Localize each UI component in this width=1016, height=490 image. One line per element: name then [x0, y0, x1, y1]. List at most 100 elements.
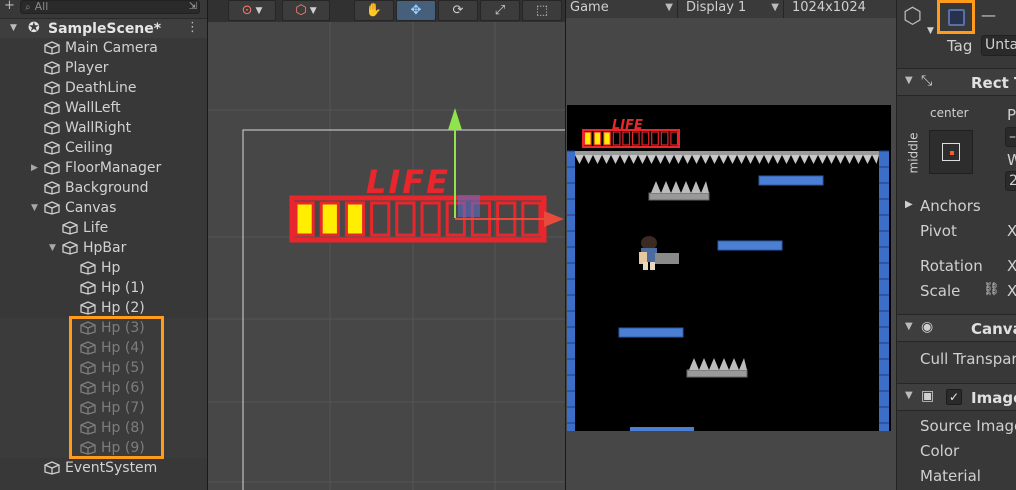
active-checkbox[interactable] [948, 9, 965, 26]
image-component-icon: ▣ [921, 388, 935, 404]
hierarchy-item[interactable]: ▼ Canvas [0, 198, 207, 218]
gizmo-mode-button[interactable]: ⊙ ▼ [228, 0, 276, 21]
scale-tool-button[interactable]: ⤢ [480, 0, 520, 21]
canvas-renderer-collapse-icon[interactable]: ▼ [905, 321, 913, 332]
game-hp-cell [593, 131, 602, 146]
hierarchy-search-input[interactable]: ⌕ All ⇲ [20, 0, 200, 14]
gameobject-cube-icon: ⬡ [903, 4, 923, 29]
wall-left [567, 151, 575, 431]
search-toggle-icon[interactable]: ⇲ [189, 1, 197, 13]
hierarchy-search-placeholder: All [34, 0, 49, 13]
hierarchy-item[interactable]: Ceiling [0, 138, 207, 158]
hierarchy-item-label: WallRight [65, 120, 132, 136]
hand-tool-button[interactable]: ✋ [354, 0, 394, 21]
hierarchy-item[interactable]: Background [0, 178, 207, 198]
hierarchy-item[interactable]: EventSystem [0, 458, 207, 478]
image-collapse-icon[interactable]: ▼ [905, 390, 913, 401]
scene-toolbar: ⊙ ▼ ⬡ ▼ ✋ ✥ ⟳ ⤢ ⬚ [208, 0, 565, 22]
tag-dropdown[interactable]: Unta [981, 35, 1016, 56]
add-object-icon[interactable]: + [4, 0, 15, 13]
scene-hp-cell [319, 201, 340, 237]
width-field[interactable]: 2 [1005, 171, 1016, 191]
expand-toggle-icon[interactable]: ▶ [31, 158, 38, 178]
scene-menu-icon[interactable]: ⋮ [186, 20, 199, 35]
resolution-label: 1024x1024 [792, 0, 866, 15]
canvas-renderer-header[interactable]: ▼ ◉ Canva [897, 314, 1016, 342]
hierarchy-item[interactable]: Hp [0, 258, 207, 278]
material-label: Material [920, 467, 981, 485]
hierarchy-item[interactable]: Hp (2) [0, 298, 207, 318]
canvas-renderer-title: Canva [971, 320, 1016, 338]
anchor-preset-button[interactable] [929, 130, 973, 174]
hierarchy-item[interactable]: Player [0, 58, 207, 78]
active-toggle-highlight[interactable] [937, 0, 975, 34]
hierarchy-item[interactable]: ▼ HpBar [0, 238, 207, 258]
hierarchy-item[interactable]: DeathLine [0, 78, 207, 98]
scene-name: SampleScene* [48, 21, 162, 37]
rect-tool-icon: ⬚ [535, 3, 549, 18]
pos-field[interactable]: – [1005, 127, 1016, 147]
icon-caret-icon[interactable]: ▼ [927, 26, 934, 36]
inspector-panel: ⬡ ▼ — Tag Unta ▼ ⤡ Rect T center middle … [896, 0, 1016, 490]
resolution-select[interactable]: 1024x1024 [788, 0, 896, 18]
x-axis-arrow[interactable] [544, 211, 564, 227]
move-gizmo[interactable] [448, 108, 564, 227]
hierarchy-panel: + ⌕ All ⇲ ▼ ✪ SampleScene* ⋮ Main Camera P… [0, 0, 207, 490]
gameobject-icon [62, 241, 78, 255]
image-header[interactable]: ▼ ▣ ✓ Image [897, 383, 1016, 411]
scene-row[interactable]: ▼ ✪ SampleScene* ⋮ [0, 18, 207, 38]
scene-hp-cell [294, 201, 315, 237]
rect-transform-collapse-icon[interactable]: ▼ [905, 75, 913, 86]
gameobject-icon [44, 81, 60, 95]
wall-right [879, 151, 889, 431]
hierarchy-item[interactable]: Main Camera [0, 38, 207, 58]
scene-hp-cell [344, 201, 366, 237]
anchors-arrow-icon[interactable]: ▶ [905, 199, 913, 210]
display-label: Display 1 [686, 0, 747, 15]
display-select[interactable]: Display 1 ▼ [682, 0, 784, 18]
pivot-label: Pivot [920, 222, 957, 240]
gameobject-icon [44, 461, 60, 475]
xy-plane-handle[interactable] [458, 195, 480, 217]
scene-view[interactable]: ⊙ ▼ ⬡ ▼ ✋ ✥ ⟳ ⤢ ⬚ LIFE [208, 0, 565, 490]
hierarchy-item-label: Background [65, 180, 149, 196]
rect-transform-header[interactable]: ▼ ⤡ Rect T [897, 68, 1016, 96]
hierarchy-item[interactable]: WallLeft [0, 98, 207, 118]
game-tab-select[interactable]: Game ▼ [566, 0, 678, 18]
hand-icon: ✋ [365, 3, 383, 18]
scale-x-label: X [1007, 282, 1016, 300]
gameobject-icon [62, 221, 78, 235]
search-icon: ⌕ [25, 2, 31, 13]
move-tool-button[interactable]: ✥ [396, 0, 436, 21]
hierarchy-item-label: WallLeft [65, 100, 121, 116]
expand-toggle-icon[interactable]: ▼ [49, 238, 56, 258]
gameobject-icon [44, 101, 60, 115]
color-label: Color [920, 442, 960, 460]
hierarchy-item[interactable]: WallRight [0, 118, 207, 138]
scale-icon: ⤢ [494, 3, 506, 18]
rect-tool-button[interactable]: ⬚ [522, 0, 562, 21]
game-toolbar: Game ▼ Display 1 ▼ 1024x1024 [566, 0, 896, 18]
expand-toggle-icon[interactable]: ▼ [31, 198, 38, 218]
gameobject-icon [80, 281, 96, 295]
hierarchy-item-label: Hp (1) [101, 280, 145, 296]
y-axis-arrow[interactable] [448, 108, 462, 130]
name-field-stub[interactable]: — [981, 6, 996, 24]
hierarchy-item[interactable]: Hp (1) [0, 278, 207, 298]
hierarchy-item-label: DeathLine [65, 80, 137, 96]
hierarchy-item[interactable]: ▶ FloorManager [0, 158, 207, 178]
game-screen: LIFE [567, 105, 891, 431]
image-enabled-checkbox[interactable]: ✓ [946, 389, 962, 405]
game-tab-label: Game [570, 0, 609, 15]
hierarchy-item[interactable]: Life [0, 218, 207, 238]
scene-expand-icon[interactable]: ▼ [10, 23, 17, 33]
rect-transform-title: Rect T [971, 74, 1016, 92]
gameobject-icon [44, 141, 60, 155]
scale-label: Scale [920, 282, 961, 300]
scene-canvas[interactable]: LIFE [208, 22, 565, 490]
rotate-tool-button[interactable]: ⟳ [438, 0, 478, 21]
anchors-label[interactable]: Anchors [920, 197, 981, 215]
draw-mode-button[interactable]: ⬡ ▼ [282, 0, 330, 21]
scale-link-icon[interactable]: ⛓ [983, 282, 1000, 297]
cull-transparent-label: Cull Transpar [920, 350, 1016, 368]
